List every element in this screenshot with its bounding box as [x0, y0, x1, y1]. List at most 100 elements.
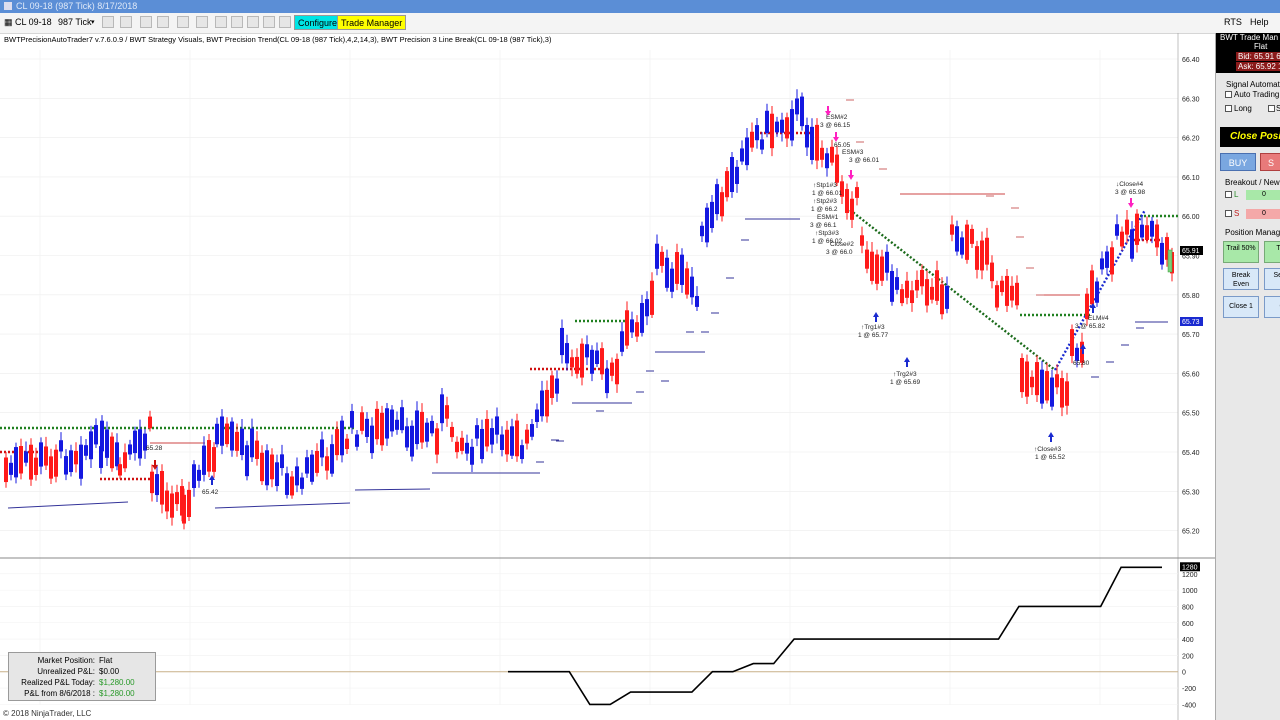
down-candle [505, 429, 509, 455]
realized-label: Realized P&L Today: [21, 678, 95, 687]
breakout-short-quantity[interactable]: 0 [1246, 209, 1280, 219]
auto-trading-checkbox[interactable] [1225, 91, 1232, 98]
price-tick-label: 65.70 [1182, 332, 1200, 339]
trade-annotation: ↑Stp1#3 [813, 182, 837, 189]
price-tick-label: 65.80 [1182, 293, 1200, 300]
trade-annotation: 1 @ 65.77 [858, 332, 888, 339]
trade-annotation: 3 @ 66.1 [810, 222, 837, 229]
target-button[interactable]: T H [1264, 241, 1280, 263]
up-candle [245, 445, 249, 477]
up-candle [465, 442, 469, 454]
trade-annotation: 3 @ 65.98 [1115, 189, 1145, 196]
trade-annotation: ESM#2 [826, 114, 848, 121]
down-candle [450, 426, 454, 438]
trade-annotation: ↑Stp2#3 [813, 198, 837, 205]
down-candle [44, 446, 48, 466]
down-candle [845, 189, 849, 214]
up-candle [645, 299, 649, 317]
up-candle [305, 457, 309, 474]
down-candle [170, 493, 174, 518]
pnl-tick-label: -200 [1182, 686, 1196, 693]
menu-help[interactable]: Help [1250, 17, 1269, 27]
up-candle [640, 303, 644, 333]
up-candle [155, 474, 159, 496]
up-candle [690, 276, 694, 298]
up-candle [535, 409, 539, 422]
up-candle [1100, 258, 1104, 270]
down-candle [74, 450, 78, 465]
up-candle [490, 428, 494, 445]
price-tick-label: 65.20 [1182, 529, 1200, 536]
up-candle [385, 408, 389, 439]
down-candle [570, 357, 574, 368]
price-chart[interactable]: 66.4066.3066.2066.1066.0065.9065.8065.70… [0, 0, 1215, 720]
price-tick-label: 66.30 [1182, 96, 1200, 103]
breakout-long-quantity[interactable]: 0 [1246, 190, 1280, 200]
trade-annotation: 3 @ 66.01 [849, 157, 879, 164]
up-candle [425, 422, 429, 442]
down-candle [165, 490, 169, 512]
close-position-button[interactable]: Close Positi [1220, 127, 1280, 147]
up-candle [700, 225, 704, 237]
down-candle [920, 269, 924, 287]
down-candle [225, 423, 229, 445]
down-candle [950, 224, 954, 235]
down-candle [420, 411, 424, 443]
down-candle [905, 280, 909, 298]
long-checkbox[interactable] [1225, 105, 1232, 112]
down-candle [865, 249, 869, 269]
down-candle [815, 124, 819, 161]
down-candle [855, 187, 859, 198]
trade-annotation: ESM#1 [817, 214, 839, 221]
break-even-button[interactable]: Break Even [1223, 268, 1259, 290]
pnl-tick-label: -400 [1182, 702, 1196, 709]
up-candle [510, 426, 514, 456]
down-candle [19, 446, 23, 474]
close-1-button[interactable]: Close 1 [1223, 296, 1259, 318]
down-candle [1030, 376, 1034, 388]
sell-button[interactable]: S [1260, 153, 1280, 171]
down-candle [900, 289, 904, 304]
down-candle [1090, 270, 1094, 305]
up-candle [810, 126, 814, 160]
down-candle [1065, 381, 1069, 406]
current-candle [1167, 249, 1173, 273]
signal-automation-label: Signal Automatio [1226, 80, 1280, 89]
set-stop-button[interactable]: Set S [1264, 268, 1280, 290]
down-candle [550, 375, 554, 398]
up-candle [59, 440, 63, 452]
menu-bar: RTS Help [1215, 13, 1280, 33]
trade-annotation: 3 @ 66.0 [826, 249, 853, 256]
down-candle [1120, 231, 1124, 247]
close-all-button[interactable]: C [1264, 296, 1280, 318]
trade-manager-title: BWT Trade Man [1220, 33, 1279, 42]
up-candle [755, 125, 759, 141]
buy-button[interactable]: BUY [1220, 153, 1256, 171]
menu-rts[interactable]: RTS [1224, 17, 1242, 27]
up-candle [240, 428, 244, 456]
trade-annotation: 65.05 [834, 142, 851, 149]
up-candle [365, 418, 369, 437]
down-candle [123, 452, 127, 469]
breakout-long-checkbox[interactable] [1225, 191, 1232, 198]
support-line [7, 501, 129, 509]
down-candle [1015, 282, 1019, 306]
down-candle [940, 284, 944, 315]
trail-button[interactable]: Trail 50% [1223, 241, 1259, 263]
up-candle [1040, 369, 1044, 404]
down-candle [580, 343, 584, 378]
down-candle [1145, 225, 1149, 240]
down-candle [930, 286, 934, 300]
down-candle [965, 224, 969, 260]
up-candle [565, 343, 569, 364]
price-tick-label: 66.00 [1182, 214, 1200, 221]
up-candle [300, 477, 304, 489]
long-entry-arrow-icon [1090, 303, 1096, 313]
down-candle [1055, 374, 1059, 388]
breakout-short-checkbox[interactable] [1225, 210, 1232, 217]
short-checkbox[interactable] [1268, 105, 1275, 112]
up-candle [128, 444, 132, 455]
pnl-line [508, 566, 1162, 706]
up-candle [960, 237, 964, 255]
trade-annotation: Close#2 [830, 241, 854, 248]
